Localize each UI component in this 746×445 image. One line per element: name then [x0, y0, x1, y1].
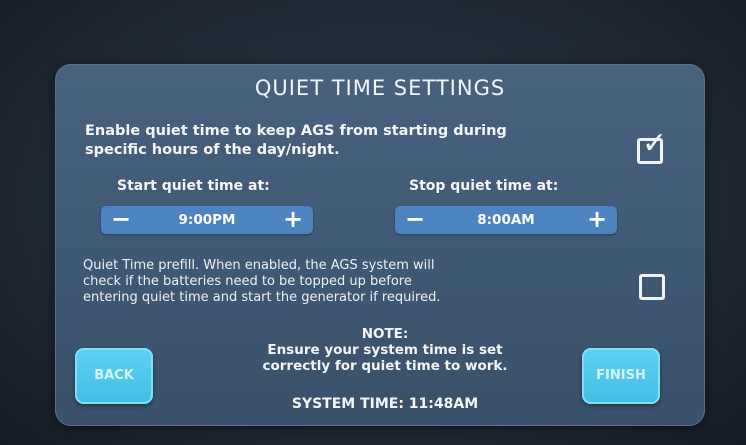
stop-time-increment-button[interactable]: + [577, 206, 617, 234]
back-button[interactable]: BACK [75, 348, 153, 404]
enable-description-line-2: specific hours of the day/night. [85, 142, 340, 158]
start-time-value: 9:00PM [178, 212, 236, 228]
prefill-description-line-3: entering quiet time and start the genera… [83, 290, 441, 305]
enable-quiet-time-checkbox[interactable]: ✓ [637, 129, 667, 164]
start-time-stepper: − 9:00PM + [101, 206, 313, 234]
prefill-description-line-1: Quiet Time prefill. When enabled, the AG… [83, 258, 435, 273]
start-time-decrement-button[interactable]: − [101, 206, 141, 234]
quiet-time-prefill-description: Quiet Time prefill. When enabled, the AG… [83, 258, 603, 306]
quiet-time-settings-panel: QUIET TIME SETTINGS Enable quiet time to… [55, 64, 705, 426]
stop-quiet-time-label: Stop quiet time at: [409, 178, 559, 194]
checkmark-icon: ✓ [642, 126, 668, 161]
enable-description-line-1: Enable quiet time to keep AGS from start… [85, 123, 507, 139]
start-quiet-time-label: Start quiet time at: [117, 178, 270, 194]
note-heading: NOTE: [361, 326, 409, 342]
page-title: QUIET TIME SETTINGS [254, 76, 506, 100]
finish-button[interactable]: FINISH [582, 348, 660, 404]
start-time-increment-button[interactable]: + [273, 206, 313, 234]
stop-time-decrement-button[interactable]: − [395, 206, 435, 234]
stop-time-value: 8:00AM [477, 212, 535, 228]
quiet-time-prefill-checkbox[interactable] [639, 274, 665, 300]
note-line-1: Ensure your system time is set [267, 342, 503, 358]
stop-time-stepper: − 8:00AM + [395, 206, 617, 234]
note-line-2: correctly for quiet time to work. [262, 358, 508, 374]
prefill-description-line-2: check if the batteries need to be topped… [83, 274, 412, 289]
system-time-readout: SYSTEM TIME: 11:48AM [291, 396, 479, 412]
enable-quiet-time-description: Enable quiet time to keep AGS from start… [85, 122, 605, 160]
